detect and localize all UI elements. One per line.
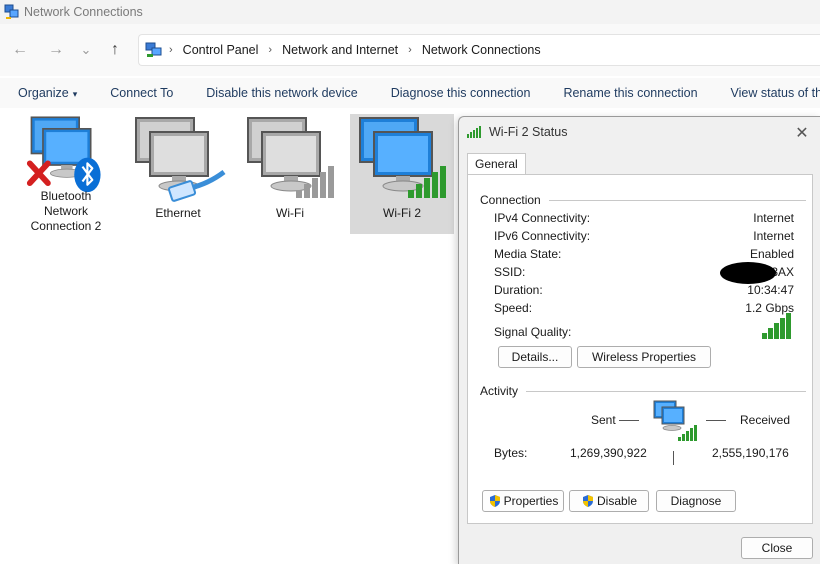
signal-quality-bars-icon — [762, 313, 791, 339]
bytes-divider — [673, 451, 674, 465]
address-bar[interactable]: › Control Panel › Network and Internet ›… — [138, 34, 820, 66]
title-bar: Network Connections — [0, 0, 820, 24]
redaction-mark — [720, 262, 776, 284]
sent-line — [619, 420, 639, 421]
breadcrumb-separator-icon: › — [169, 44, 173, 56]
bluetooth-disconnected-icon — [26, 116, 101, 193]
properties-button[interactable]: Properties — [482, 490, 564, 512]
duration-row: Duration: 10:34:47 — [494, 283, 794, 297]
wifi-connected-icon — [359, 117, 446, 198]
signal-quality-row: Signal Quality: — [494, 313, 794, 341]
forward-button[interactable]: → — [46, 38, 66, 62]
dropdown-caret-icon: ▾ — [72, 89, 78, 99]
navigation-bar: ← → ⌄ ↑ › Control Panel › Network and In… — [0, 24, 820, 76]
diagnose-connection-button[interactable]: Diagnose this connection — [376, 86, 546, 100]
connection-tile-bluetooth[interactable]: Bluetooth Network Connection 2 — [14, 114, 118, 234]
disable-button[interactable]: Disable — [569, 490, 649, 512]
forward-arrow-icon: → — [48, 41, 64, 58]
command-bar: Organize ▾ Connect To Disable this networ… — [0, 78, 820, 108]
back-arrow-icon: ← — [12, 41, 28, 58]
bytes-sent-value: 1,269,390,922 — [570, 446, 647, 460]
speed-row: Speed: 1.2 Gbps — [494, 301, 794, 315]
connect-to-button[interactable]: Connect To — [95, 86, 188, 100]
ethernet-icon — [135, 117, 226, 202]
breadcrumb-control-panel[interactable]: Control Panel — [183, 43, 259, 57]
general-tab-panel: Connection IPv4 Connectivity: Internet I… — [467, 174, 813, 524]
back-button[interactable]: ← — [10, 38, 30, 62]
wifi-inactive-icon — [247, 117, 334, 198]
breadcrumb-separator-icon[interactable]: › — [268, 44, 272, 56]
dialog-close-button[interactable]: ✕ — [792, 123, 812, 143]
breadcrumb-separator-icon[interactable]: › — [408, 44, 412, 56]
dialog-title-bar: Wi-Fi 2 Status — [459, 117, 820, 147]
breadcrumb-network-connections[interactable]: Network Connections — [422, 43, 541, 57]
chevron-down-icon: ⌄ — [80, 42, 92, 57]
received-label: Received — [740, 413, 791, 427]
connection-name-ethernet: Ethernet — [155, 206, 201, 220]
media-state-row: Media State: Enabled — [494, 247, 794, 261]
signal-bar — [786, 313, 791, 339]
control-panel-icon — [145, 42, 162, 57]
wireless-properties-button[interactable]: Wireless Properties — [577, 346, 711, 368]
view-status-button[interactable]: View status of this conn — [716, 86, 820, 100]
rename-connection-button[interactable]: Rename this connection — [548, 86, 712, 100]
signal-icon — [467, 126, 481, 138]
activity-group-header: Activity — [480, 384, 806, 398]
received-line — [706, 420, 726, 421]
breadcrumb-network-and-internet[interactable]: Network and Internet — [282, 43, 398, 57]
connection-name-wifi-2: Wi-Fi 2 — [383, 206, 421, 220]
dialog-title: Wi-Fi 2 Status — [489, 125, 568, 139]
connection-group-header: Connection — [480, 193, 806, 207]
connection-name-wifi: Wi-Fi — [276, 206, 304, 220]
recent-locations-button[interactable]: ⌄ — [76, 38, 96, 62]
signal-bar — [774, 323, 779, 339]
uac-shield-icon — [582, 495, 593, 507]
close-icon: ✕ — [795, 125, 809, 142]
ipv4-row: IPv4 Connectivity: Internet — [494, 211, 794, 225]
uac-shield-icon — [489, 495, 500, 507]
close-button[interactable]: Close — [741, 537, 813, 559]
organize-menu[interactable]: Organize ▾ — [3, 86, 92, 100]
ipv6-row: IPv6 Connectivity: Internet — [494, 229, 794, 243]
window-title: Network Connections — [24, 5, 143, 19]
network-connections-icon — [4, 4, 19, 19]
diagnose-button[interactable]: Diagnose — [656, 490, 736, 512]
disable-device-button[interactable]: Disable this network device — [191, 86, 372, 100]
connection-tile-ethernet[interactable]: Ethernet — [126, 114, 230, 234]
signal-bar — [780, 318, 785, 339]
bytes-label: Bytes: — [494, 446, 528, 460]
connection-tile-wifi-2[interactable]: Wi-Fi 2 — [350, 114, 454, 234]
ssid-row: SSID: 3AX — [494, 262, 794, 284]
up-arrow-icon: ↑ — [111, 41, 119, 58]
bytes-received-value: 2,555,190,176 — [712, 446, 789, 460]
tab-general[interactable]: General — [467, 153, 526, 175]
wifi-status-dialog: Wi-Fi 2 Status ✕ General Connection IPv4… — [458, 116, 820, 564]
network-activity-icon — [653, 400, 697, 441]
signal-bar — [768, 328, 773, 339]
sent-label: Sent — [591, 413, 616, 427]
details-button[interactable]: Details... — [498, 346, 572, 368]
organize-label: Organize — [18, 86, 69, 100]
connection-tile-wifi[interactable]: Wi-Fi — [238, 114, 342, 234]
up-button[interactable]: ↑ — [105, 38, 125, 62]
signal-bar — [762, 333, 767, 339]
connection-name-bluetooth: Bluetooth Network Connection 2 — [30, 189, 102, 233]
